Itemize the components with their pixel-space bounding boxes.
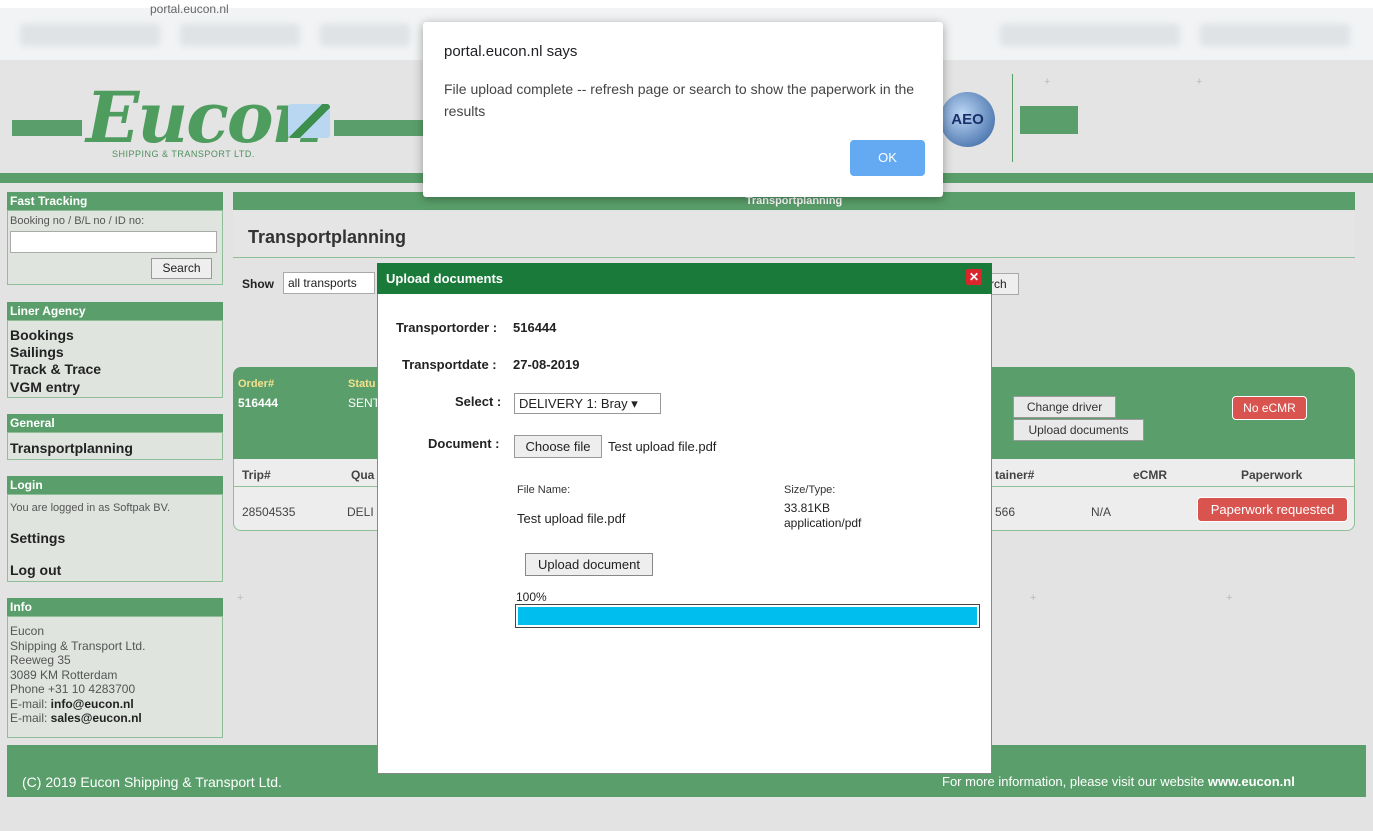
login-title: Login — [7, 476, 223, 494]
info-email-line: E-mail: info@eucon.nl — [10, 697, 145, 712]
delivery-select[interactable]: DELIVERY 1: Bray ▾ — [514, 393, 661, 414]
upload-documents-button[interactable]: Upload documents — [1013, 419, 1144, 441]
decor-plus: + — [237, 592, 244, 604]
size-type-header: Size/Type: — [784, 484, 836, 496]
bookmark-blurred[interactable] — [20, 24, 160, 46]
info-title: Info — [7, 598, 223, 616]
status-label: Statu — [348, 378, 376, 390]
chosen-file-name: Test upload file.pdf — [608, 439, 717, 454]
chevron-down-icon: ▾ — [631, 396, 638, 411]
logged-in-text: You are logged in as Softpak BV. — [10, 502, 171, 514]
info-email-line: E-mail: sales@eucon.nl — [10, 711, 145, 726]
show-label: Show — [242, 277, 274, 291]
email-link-info[interactable]: info@eucon.nl — [51, 697, 134, 711]
logo-subtitle: SHIPPING & TRANSPORT LTD. — [112, 149, 255, 159]
progress-percent: 100% — [516, 590, 547, 604]
no-ecmr-badge[interactable]: No eCMR — [1232, 396, 1307, 420]
sidebar-item-vgm-entry[interactable]: VGM entry — [10, 379, 80, 395]
sidebar-item-transportplanning[interactable]: Transportplanning — [10, 440, 133, 456]
table-cell-qua: DELI — [347, 505, 374, 519]
bookmark-blurred[interactable] — [1200, 24, 1350, 46]
logo-bar-left — [12, 120, 82, 136]
header-green-block — [1020, 106, 1078, 134]
header-divider — [1012, 74, 1013, 162]
footer-website-link[interactable]: www.eucon.nl — [1208, 774, 1295, 789]
fast-tracking-search-button[interactable]: Search — [151, 258, 212, 279]
logout-link[interactable]: Log out — [10, 562, 61, 578]
show-filter-select[interactable]: all transports — [283, 272, 375, 294]
sidebar-item-sailings[interactable]: Sailings — [10, 344, 64, 360]
info-line: Eucon — [10, 624, 45, 638]
order-label: Order# — [238, 378, 275, 390]
delivery-select-value: DELIVERY 1: Bray — [519, 396, 628, 411]
fast-tracking-label: Booking no / B/L no / ID no: — [10, 215, 145, 227]
fast-tracking-title: Fast Tracking — [7, 192, 223, 210]
file-name-value: Test upload file.pdf — [517, 511, 626, 526]
document-label: Document : — [428, 436, 500, 451]
bookmark-blurred[interactable] — [1000, 24, 1180, 46]
page-title: Transportplanning — [248, 227, 407, 247]
alert-ok-button[interactable]: OK — [850, 140, 925, 176]
info-line: Shipping & Transport Ltd. — [10, 638, 146, 653]
sidebar-item-bookings[interactable]: Bookings — [10, 327, 74, 343]
order-number: 516444 — [238, 396, 279, 410]
footer-info: For more information, please visit our w… — [942, 774, 1295, 789]
decor-plus: + — [1044, 76, 1051, 88]
alert-message: File upload complete -- refresh page or … — [444, 81, 915, 119]
fast-tracking-input[interactable] — [10, 231, 217, 253]
flag-icon — [288, 104, 330, 138]
paperwork-requested-button[interactable]: Paperwork requested — [1197, 497, 1348, 522]
table-cell-trip: 28504535 — [242, 505, 296, 519]
settings-link[interactable]: Settings — [10, 530, 65, 546]
change-driver-button[interactable]: Change driver — [1013, 396, 1116, 418]
decor-plus: + — [1030, 592, 1037, 604]
logo-text: Eucon — [86, 76, 322, 159]
transportorder-value: 516444 — [513, 320, 557, 335]
email-prefix: E-mail: — [10, 711, 51, 725]
file-name-header: File Name: — [517, 484, 571, 496]
transportdate-value: 27-08-2019 — [513, 357, 580, 372]
table-cell-ecmr: N/A — [1091, 505, 1112, 519]
file-size: 33.81KB — [784, 501, 831, 515]
status-value: SENT — [348, 396, 381, 410]
aeo-badge-icon: AEO — [940, 92, 995, 147]
table-header-ecmr: eCMR — [1133, 468, 1168, 482]
bookmark-blurred[interactable] — [180, 24, 300, 46]
file-type: application/pdf — [784, 516, 862, 530]
email-prefix: E-mail: — [10, 696, 51, 711]
table-header-paperwork: Paperwork — [1241, 468, 1303, 482]
transportorder-label: Transportorder : — [396, 320, 498, 335]
decor-plus: + — [1196, 76, 1203, 88]
logo-bar-right — [334, 120, 424, 136]
upload-document-button[interactable]: Upload document — [525, 553, 653, 576]
decor-plus: + — [1226, 592, 1233, 604]
info-text: Eucon Shipping & Transport Ltd. Reeweg 3… — [10, 624, 145, 726]
transportdate-label: Transportdate : — [402, 357, 497, 372]
upload-dialog-title: Upload documents — [377, 263, 992, 294]
address-bar-text[interactable]: portal.eucon.nl — [150, 2, 229, 16]
email-link-sales[interactable]: sales@eucon.nl — [51, 711, 142, 725]
info-line: Phone +31 10 4283700 — [10, 682, 136, 696]
info-line: Reeweg 35 — [10, 653, 71, 667]
file-size-type: 33.81KB application/pdf — [784, 501, 861, 531]
footer-info-text: For more information, please visit our w… — [942, 774, 1208, 789]
upload-dialog — [377, 263, 992, 774]
select-label: Select : — [455, 394, 502, 409]
table-header-trip: Trip# — [242, 468, 271, 482]
sidebar-item-track-trace[interactable]: Track & Trace — [10, 361, 101, 377]
alert-title: portal.eucon.nl says — [444, 43, 578, 60]
close-icon[interactable]: ✕ — [966, 269, 982, 285]
general-title: General — [7, 414, 223, 432]
upload-progress-fill — [518, 607, 977, 625]
table-cell-container: 566 — [995, 505, 1016, 519]
table-header-container: tainer# — [995, 468, 1035, 482]
upload-progress-bar — [515, 604, 980, 628]
footer-copyright: (C) 2019 Eucon Shipping & Transport Ltd. — [22, 774, 282, 790]
choose-file-button[interactable]: Choose file — [514, 435, 602, 458]
liner-agency-title: Liner Agency — [7, 302, 223, 320]
info-line: 3089 KM Rotterdam — [10, 667, 118, 682]
table-header-qua: Qua — [351, 468, 375, 482]
bookmark-blurred[interactable] — [320, 24, 410, 46]
